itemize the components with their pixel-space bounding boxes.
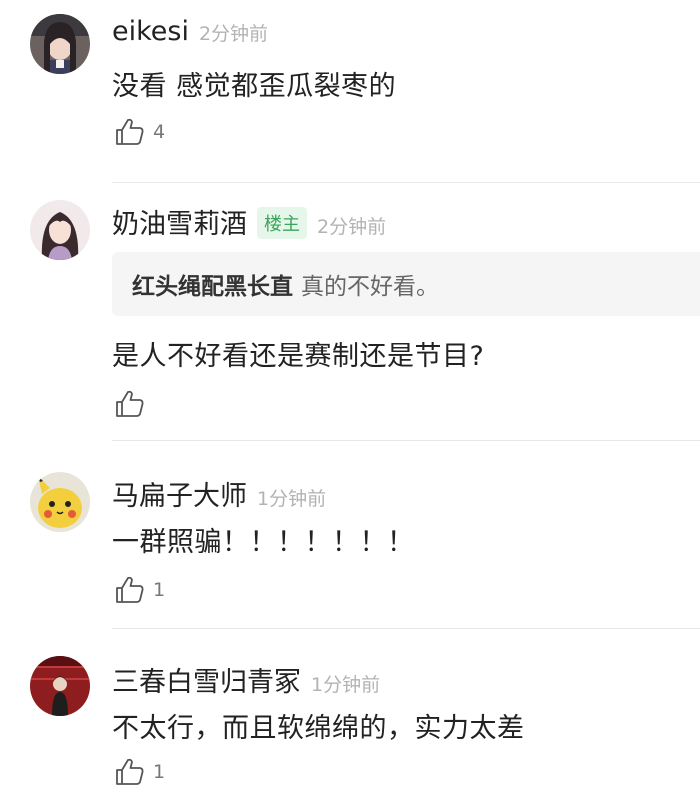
divider [112, 182, 700, 183]
comment-text: 不太行，而且软绵绵的，实力太差 [112, 713, 525, 744]
thumbs-up-icon [116, 118, 144, 145]
thumbs-up-icon [116, 390, 144, 417]
thumbs-up-icon [116, 758, 144, 785]
timestamp: 2分钟前 [317, 216, 387, 238]
quoted-reply[interactable]: 红头绳配黑长直 真的不好看。 [112, 252, 700, 316]
comment-text: 是人不好看还是赛制还是节目? [112, 341, 485, 372]
username[interactable]: 三春白雪归青冢 [112, 660, 301, 699]
comment-text: 一群照骗！！！！！！！ [112, 527, 415, 558]
avatar[interactable] [30, 656, 90, 716]
like-count: 1 [153, 761, 166, 783]
like-count: 1 [153, 579, 166, 601]
avatar[interactable] [30, 200, 90, 260]
thumbs-up-icon [116, 576, 144, 603]
like-button[interactable] [114, 388, 153, 420]
avatar[interactable] [30, 472, 90, 532]
divider [112, 440, 700, 441]
comment-text: 没看 感觉都歪瓜裂枣的 [112, 71, 397, 102]
timestamp: 1分钟前 [257, 488, 327, 510]
quoted-username: 红头绳配黑长直 [132, 274, 293, 300]
username[interactable]: 马扁子大师 [112, 474, 247, 513]
timestamp: 2分钟前 [198, 23, 269, 45]
divider [112, 628, 700, 629]
username[interactable]: eikesi [112, 16, 189, 47]
avatar[interactable] [30, 14, 90, 74]
like-count: 4 [153, 121, 166, 143]
like-button[interactable]: 1 [114, 756, 165, 788]
like-button[interactable]: 4 [114, 116, 165, 148]
username[interactable]: 奶油雪莉酒 [112, 202, 247, 241]
author-badge: 楼主 [257, 207, 307, 239]
like-button[interactable]: 1 [114, 574, 165, 606]
quoted-text: 真的不好看。 [301, 274, 439, 300]
timestamp: 1分钟前 [311, 674, 381, 696]
